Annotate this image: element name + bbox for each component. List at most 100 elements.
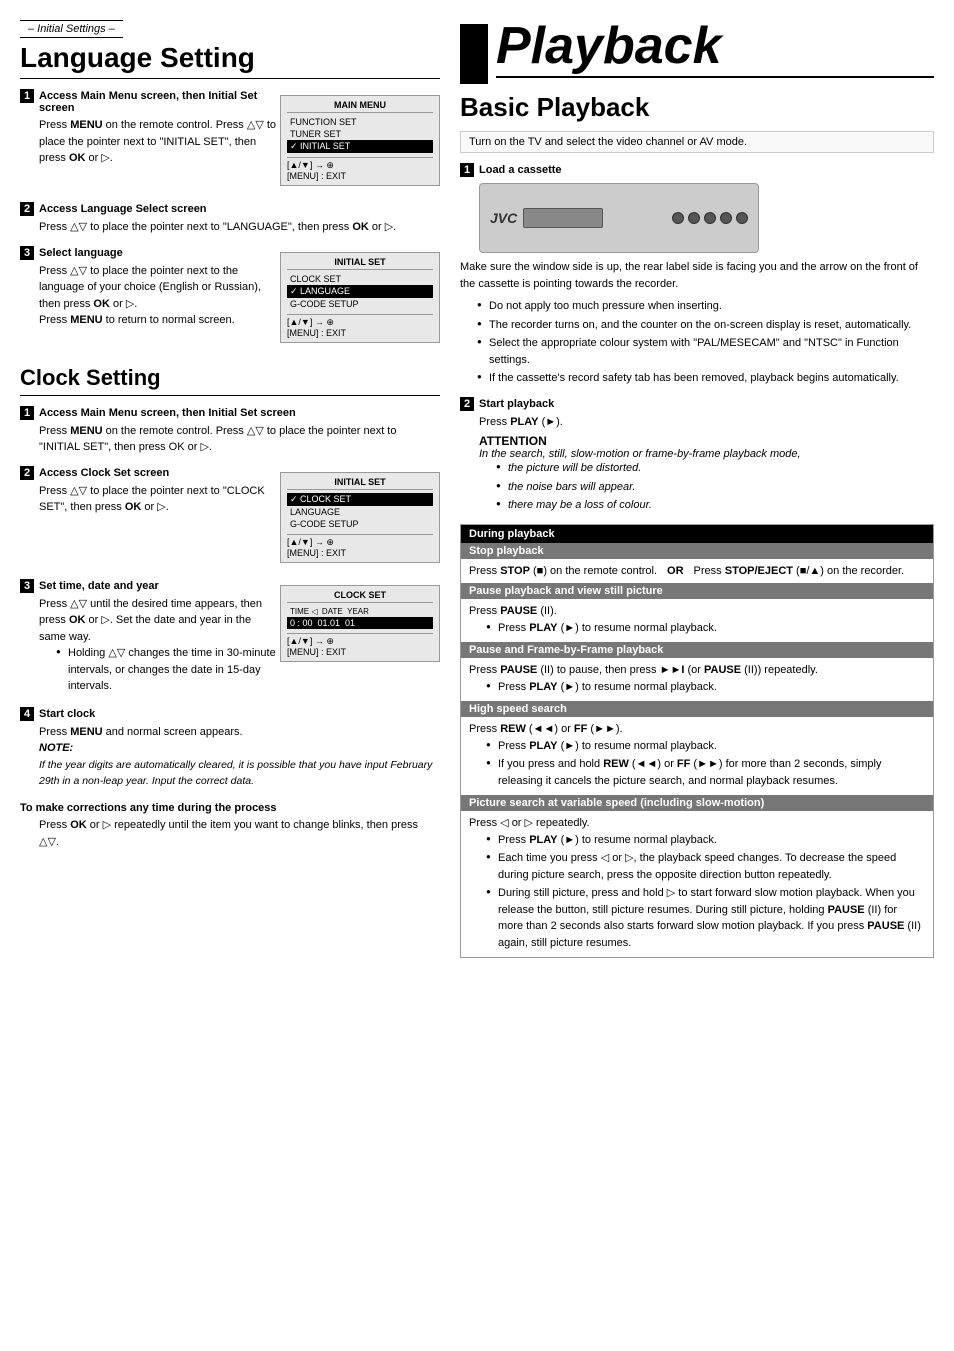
playback-black-box [460,24,488,84]
variable-speed-content: Press ◁ or ▷ repeatedly. Press PLAY (►) … [461,811,933,957]
clock-setting-title: Clock Setting [20,365,440,396]
clock-step3-num: 3 [20,579,34,593]
main-menu-nav: [▲/▼] → ⊕[MENU] : EXIT [287,157,433,181]
clock-step3: CLOCK SET TIME ◁ DATE YEAR 0 : 00 01.01 … [20,579,440,697]
pause-playback-content: Press PAUSE (II). Press PLAY (►) to resu… [461,599,933,642]
clock-step4-title: Start clock [39,708,95,720]
attention-label: ATTENTION [479,434,934,448]
high-speed-header: High speed search [461,701,933,717]
vcr-btn-5 [736,212,748,224]
clock-step2: INITIAL SET ✓ CLOCK SET LANGUAGE G-CODE … [20,466,440,569]
initial-set-nav: [▲/▼] → ⊕[MENU] : EXIT [287,314,433,338]
stop-playback-left: Press STOP (■) on the remote control. [469,563,657,580]
attention-text: In the search, still, slow-motion or fra… [479,448,934,460]
attention-bullet-3: there may be a loss of colour. [498,497,934,514]
stop-playback-header: Stop playback [461,543,933,559]
high-speed-bullets: Press PLAY (►) to resume normal playback… [488,738,925,790]
main-menu-item-3: ✓ INITIAL SET [287,140,433,153]
bp-step2-num: 2 [460,397,474,411]
stop-playback-right: Press STOP/EJECT (■/▲) on the recorder. [694,563,905,580]
high-speed-bullet-1: Press PLAY (►) to resume normal playback… [488,738,925,755]
bp-step2-title: Start playback [479,398,554,410]
clock-set-title: CLOCK SET [287,590,433,603]
vcr-btn-4 [720,212,732,224]
vcr-brand-label: JVC [490,210,517,226]
lang-step1: MAIN MENU FUNCTION SET TUNER SET ✓ INITI… [20,89,440,192]
initial-settings-label: – Initial Settings – [20,20,123,38]
clock-step2-num: 2 [20,466,34,480]
basic-playback-title: Basic Playback [460,92,934,123]
main-menu-item-1: FUNCTION SET [287,116,433,128]
frame-playback-content: Press PAUSE (II) to pause, then press ►►… [461,658,933,701]
attention-bullet-2: the noise bars will appear. [498,479,934,496]
pause-bullet-1: Press PLAY (►) to resume normal playback… [488,620,925,637]
stop-playback-content: Press STOP (■) on the remote control. OR… [461,559,933,584]
clock-step3-bullet-1: Holding △▽ changes the time in 30-minute… [58,645,440,695]
correction-title: To make corrections any time during the … [20,802,440,814]
main-menu-item-2: TUNER SET [287,128,433,140]
note-label: NOTE: [39,742,73,754]
bp-step1-bullet-4: If the cassette's record safety tab has … [479,370,934,387]
lang-step3-title: Select language [39,247,123,259]
clock-initial-set-title: INITIAL SET [287,477,433,490]
lang-step2-body: Press △▽ to place the pointer next to "L… [39,219,440,236]
clock-step4-num: 4 [20,707,34,721]
initial-set-screen-title: INITIAL SET [287,257,433,270]
clock-step1-num: 1 [20,406,34,420]
clock-set-row-label: TIME ◁ DATE YEAR [287,606,433,617]
clock-initial-item-1: ✓ CLOCK SET [287,493,433,506]
correction-body: Press OK or ▷ repeatedly until the item … [39,817,440,850]
intro-text: Turn on the TV and select the video chan… [460,131,934,153]
clock-step1-title: Access Main Menu screen, then Initial Se… [39,407,296,419]
page: – Initial Settings – Language Setting MA… [0,0,954,1351]
during-playback-header: During playback [461,525,933,543]
left-column: – Initial Settings – Language Setting MA… [20,20,440,1331]
vcr-cassette-slot [523,208,603,228]
var-bullet-1: Press PLAY (►) to resume normal playback… [488,832,925,849]
clock-step4-header: 4 Start clock [20,707,440,721]
clock-step1-body: Press MENU on the remote control. Press … [39,423,440,456]
vcr-btn-2 [688,212,700,224]
correction-box: To make corrections any time during the … [20,802,440,850]
clock-step3-title: Set time, date and year [39,580,159,592]
clock-step1-header: 1 Access Main Menu screen, then Initial … [20,406,440,420]
bp-step2-body: Press PLAY (►). [479,414,934,431]
frame-playback-bullets: Press PLAY (►) to resume normal playback… [488,679,925,696]
clock-initial-item-2: LANGUAGE [287,506,433,518]
bp-step1-bullet-3: Select the appropriate colour system wit… [479,335,934,368]
lang-step1-title: Access Main Menu screen, then Initial Se… [39,90,280,114]
lang-step3-header: 3 Select language [20,246,280,260]
attention-box: ATTENTION In the search, still, slow-mot… [479,434,934,514]
clock-initial-item-3: G-CODE SETUP [287,518,433,530]
stop-playback-or: OR [667,563,684,580]
pause-playback-header: Pause playback and view still picture [461,583,933,599]
main-menu-screen-title: MAIN MENU [287,100,433,113]
clock-step2-header: 2 Access Clock Set screen [20,466,280,480]
lang-step1-header: 1 Access Main Menu screen, then Initial … [20,89,280,114]
stop-playback-cols: Press STOP (■) on the remote control. OR… [469,563,925,580]
main-menu-screen: MAIN MENU FUNCTION SET TUNER SET ✓ INITI… [280,95,440,186]
vcr-btn-3 [704,212,716,224]
clock-set-row-values: 0 : 00 01.01 01 [287,617,433,629]
clock-step3-bullets: Holding △▽ changes the time in 30-minute… [58,645,440,695]
bp-step1-bullet-2: The recorder turns on, and the counter o… [479,317,934,334]
during-playback-section: During playback Stop playback Press STOP… [460,524,934,959]
variable-speed-header: Picture search at variable speed (includ… [461,795,933,811]
pause-playback-bullets: Press PLAY (►) to resume normal playback… [488,620,925,637]
vcr-button-group [672,212,748,224]
lang-step2-num: 2 [20,202,34,216]
vcr-btn-1 [672,212,684,224]
vcr-image: JVC [479,183,759,253]
note-text: If the year digits are automatically cle… [39,759,432,788]
lang-step1-num: 1 [20,89,34,103]
clock-step3-header: 3 Set time, date and year [20,579,280,593]
initial-set-item-3: G-CODE SETUP [287,298,433,310]
lang-step2-header: 2 Access Language Select screen [20,202,440,216]
bp-step1-num: 1 [460,163,474,177]
clock-step2-title: Access Clock Set screen [39,467,169,479]
clock-initial-set-screen: INITIAL SET ✓ CLOCK SET LANGUAGE G-CODE … [280,472,440,563]
cassette-caption: Make sure the window side is up, the rea… [460,259,934,292]
lang-step3-num: 3 [20,246,34,260]
frame-playback-header: Pause and Frame-by-Frame playback [461,642,933,658]
bp-step1-header: 1 Load a cassette [460,163,934,177]
